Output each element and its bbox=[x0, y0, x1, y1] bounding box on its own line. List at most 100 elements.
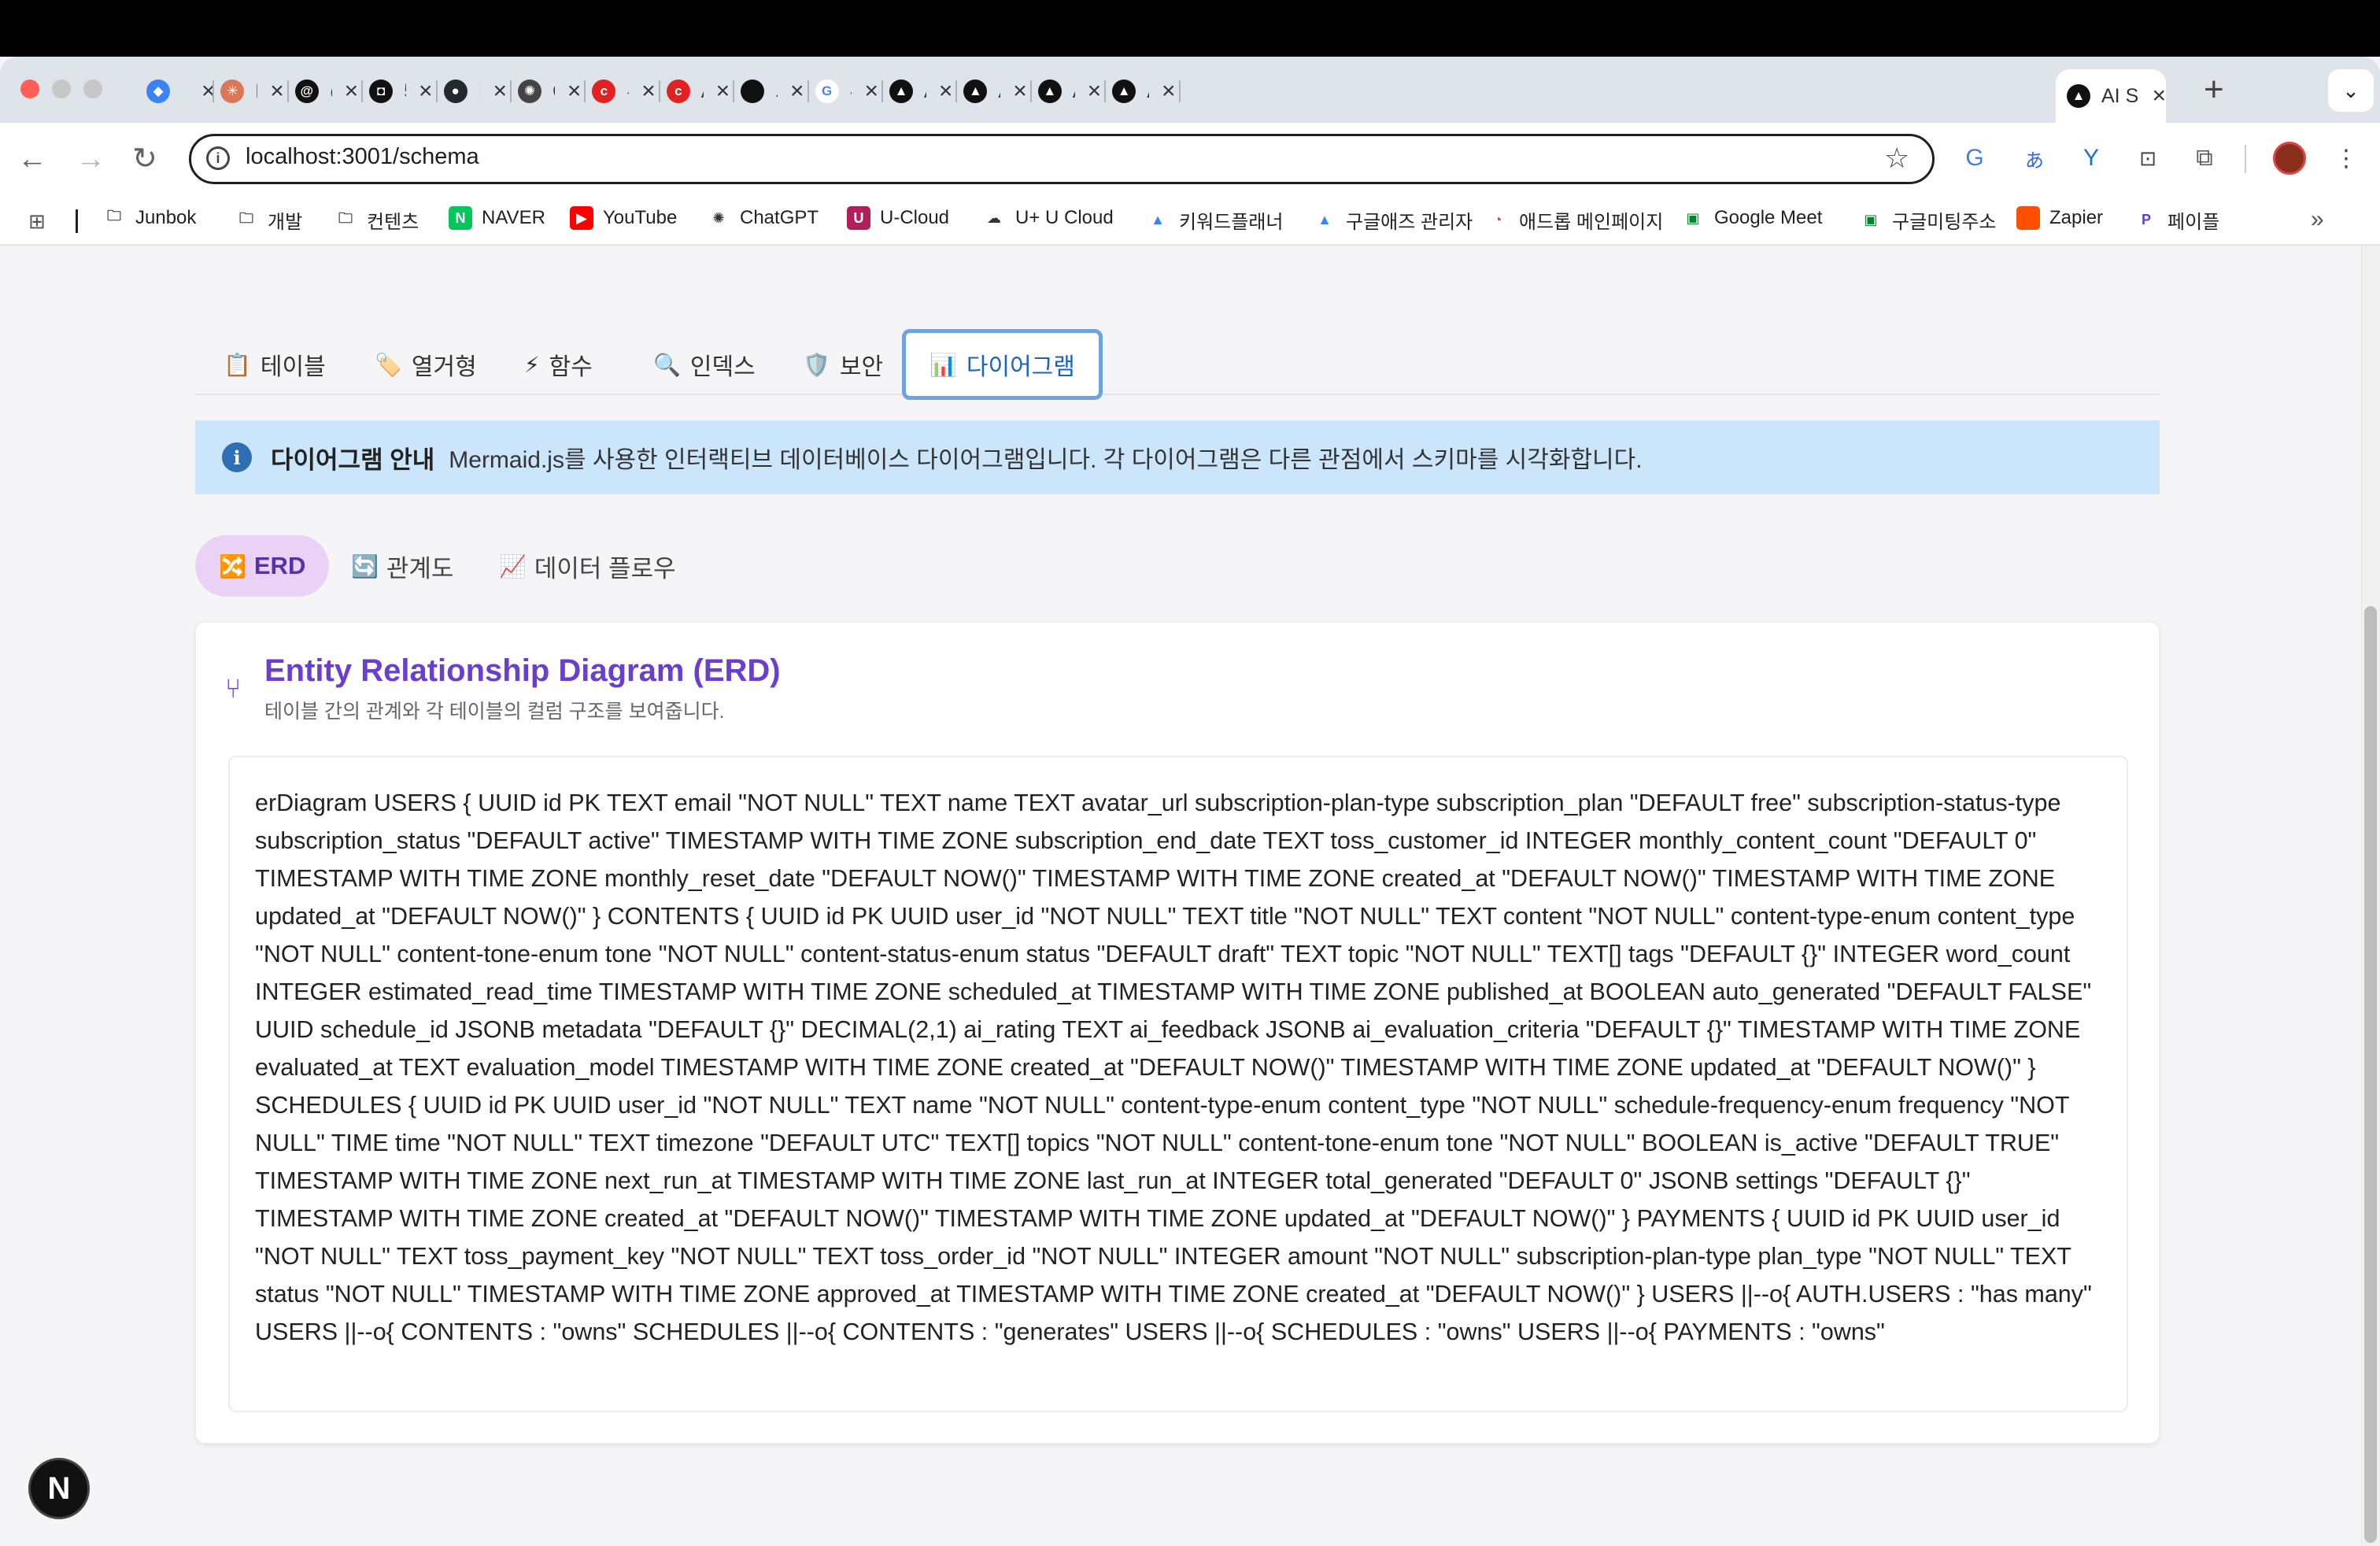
close-tab-icon[interactable]: × bbox=[1088, 80, 1102, 103]
new-tab-button[interactable]: + bbox=[2204, 71, 2224, 109]
close-tab-icon[interactable]: × bbox=[790, 80, 804, 103]
schema-tab[interactable]: 🔍 인덱스 bbox=[630, 329, 779, 400]
tab-title: Cha bbox=[552, 80, 555, 103]
browser-tab[interactable]: ▲ AI S × bbox=[1027, 69, 1107, 113]
nextjs-dev-badge[interactable]: N bbox=[28, 1458, 90, 1519]
more-bookmarks-icon[interactable]: » bbox=[2311, 206, 2324, 233]
bookmark-item[interactable]: 🗀 컨텐츠 bbox=[334, 206, 419, 234]
site-info-icon[interactable]: i bbox=[206, 146, 230, 170]
notice-title: 다이어그램 안내 bbox=[271, 446, 435, 474]
browser-tab[interactable]: 새 il × bbox=[730, 69, 809, 113]
bookmark-label: 키워드플래너 bbox=[1179, 212, 1284, 233]
claude-icon: ✳ bbox=[220, 80, 245, 103]
browser-tab[interactable]: ▲ AI S × bbox=[878, 69, 958, 113]
close-tab-icon[interactable]: × bbox=[1162, 80, 1176, 103]
bookmark-label: 구글애즈 관리자 bbox=[1346, 212, 1473, 233]
diagram-tab[interactable]: 🔄 관계도 bbox=[327, 535, 477, 597]
close-tab-icon[interactable]: × bbox=[864, 80, 878, 103]
translate-extension-icon[interactable]: G bbox=[1960, 143, 1990, 173]
diamond-icon: ◆ bbox=[146, 80, 170, 103]
bookmark-item[interactable]: ▲ 키워드플래너 bbox=[1146, 206, 1283, 234]
close-tab-icon[interactable]: × bbox=[345, 80, 359, 103]
google-ads-icon: ▲ bbox=[1313, 208, 1336, 232]
bookmark-item[interactable]: ▣ 구글미팅주소 bbox=[1859, 206, 1996, 234]
browser-tab[interactable]: ▲ AI S × bbox=[2056, 69, 2166, 123]
apps-grid-icon[interactable]: ⊞ bbox=[28, 209, 46, 234]
url-text[interactable]: localhost:3001/schema bbox=[246, 144, 479, 170]
schema-tab[interactable]: 📋 테이블 bbox=[200, 329, 349, 400]
bookmark-star-icon[interactable]: ☆ bbox=[1884, 142, 1909, 175]
diagram-tab[interactable]: 🔀 ERD bbox=[195, 535, 330, 597]
close-tab-icon[interactable]: × bbox=[493, 80, 507, 103]
close-tab-icon[interactable]: × bbox=[1013, 80, 1027, 103]
browser-tab[interactable]: c App × bbox=[656, 69, 735, 113]
close-tab-icon[interactable]: × bbox=[419, 80, 433, 103]
diagram-notice: i 다이어그램 안내 Mermaid.js를 사용한 인터랙티브 데이터베이스 … bbox=[195, 420, 2160, 494]
app-icon: ◘ bbox=[369, 80, 394, 103]
close-tab-icon[interactable]: × bbox=[641, 80, 656, 103]
tab-title: Imp bbox=[479, 80, 481, 103]
bookmark-item[interactable]: N NAVER bbox=[449, 206, 545, 230]
bookmark-item[interactable]: P 페이플 bbox=[2134, 206, 2219, 234]
threads-icon: @ bbox=[294, 80, 319, 103]
tab-search-button[interactable]: ⌄ bbox=[2328, 69, 2374, 112]
zoom-window-button[interactable] bbox=[83, 80, 102, 98]
tab-label: 보안 bbox=[839, 354, 884, 380]
close-tab-icon[interactable]: × bbox=[270, 80, 284, 103]
bookmark-label: U+ U Cloud bbox=[1015, 207, 1114, 228]
browser-tab[interactable]: ✳ DB × bbox=[209, 69, 289, 113]
minimize-window-button[interactable] bbox=[52, 80, 71, 98]
tab-title: AI S bbox=[2101, 84, 2139, 107]
diagram-tab[interactable]: 📈 데이터 플로우 bbox=[475, 535, 700, 597]
scrollbar-thumb[interactable] bbox=[2364, 606, 2377, 1543]
schema-tab[interactable]: 🏷️ 열거형 bbox=[351, 329, 501, 400]
browser-tab[interactable]: @ @d × bbox=[284, 69, 364, 113]
bookmark-item[interactable]: 🗀 개발 bbox=[235, 206, 302, 234]
browser-tab[interactable]: ◘ 500 × bbox=[358, 69, 438, 113]
browser-menu-icon[interactable]: ⋮ bbox=[2331, 143, 2361, 173]
coupang-icon: c bbox=[666, 80, 690, 103]
close-tab-icon[interactable]: × bbox=[939, 80, 953, 103]
extension-y-icon[interactable]: Y bbox=[2076, 143, 2106, 173]
bookmark-item[interactable]: ▲ 구글애즈 관리자 bbox=[1313, 206, 1473, 234]
browser-tab[interactable]: ● Imp × bbox=[433, 69, 512, 113]
bookmark-item[interactable]: ☁ U+ U Cloud bbox=[982, 206, 1114, 230]
browser-tab[interactable]: ✺ Cha × bbox=[507, 69, 586, 113]
schema-tab[interactable]: 🛡️ 보안 bbox=[779, 329, 907, 400]
reload-icon[interactable]: ↻ bbox=[132, 140, 157, 178]
coupang-icon: c bbox=[592, 80, 616, 103]
browser-tab[interactable]: ▲ AI S × bbox=[1101, 69, 1181, 113]
bookmark-item[interactable]: Zapier bbox=[2016, 206, 2103, 230]
google-ads-icon: ▲ bbox=[1146, 208, 1170, 232]
profile-avatar[interactable] bbox=[2273, 142, 2306, 175]
tab-title: AI S bbox=[1073, 80, 1075, 103]
browser-tab[interactable]: c 쿠핑 × bbox=[581, 69, 660, 113]
bookmark-item[interactable]: ▶ YouTube bbox=[570, 206, 677, 230]
bookmark-label: Junbok bbox=[135, 207, 197, 228]
browser-tab[interactable]: ▲ AI 4 × bbox=[952, 69, 1032, 113]
schema-tab[interactable]: 📊 다이어그램 bbox=[902, 329, 1103, 400]
browser-tab[interactable]: ◆ × bbox=[135, 69, 216, 113]
close-tab-icon[interactable]: × bbox=[567, 80, 582, 103]
schema-tab[interactable]: ⚡ 함수 bbox=[501, 329, 616, 400]
tab-emoji-icon: 🏷️ bbox=[375, 352, 402, 377]
bookmark-item[interactable]: ✺ ChatGPT bbox=[707, 206, 819, 230]
system-top-bar bbox=[0, 0, 2380, 57]
bookmark-item[interactable]: U U-Cloud bbox=[847, 206, 949, 230]
forward-icon[interactable]: → bbox=[76, 140, 105, 178]
browser-tab[interactable]: G 쿠핑 × bbox=[804, 69, 883, 113]
close-window-button[interactable] bbox=[20, 80, 39, 98]
bookmark-item[interactable]: 🗀 Junbok bbox=[102, 206, 196, 230]
robot-extension-icon[interactable]: ⊡ bbox=[2133, 143, 2163, 173]
vercel-icon: ▲ bbox=[1112, 80, 1136, 103]
close-tab-icon[interactable]: × bbox=[716, 80, 730, 103]
close-tab-icon[interactable]: × bbox=[2152, 84, 2166, 108]
translate-icon[interactable]: あ bbox=[2020, 143, 2049, 173]
bookmark-label: 페이플 bbox=[2168, 212, 2220, 233]
bookmark-item[interactable]: ◔ 애드롭 메인페이지 bbox=[1486, 206, 1663, 234]
extensions-puzzle-icon[interactable]: ⧉ bbox=[2190, 143, 2219, 173]
bookmark-label: Google Meet bbox=[1714, 207, 1823, 228]
bookmark-item[interactable]: ▣ Google Meet bbox=[1681, 206, 1822, 230]
tab-emoji-icon: 🛡️ bbox=[803, 352, 830, 377]
back-icon[interactable]: ← bbox=[17, 140, 47, 178]
